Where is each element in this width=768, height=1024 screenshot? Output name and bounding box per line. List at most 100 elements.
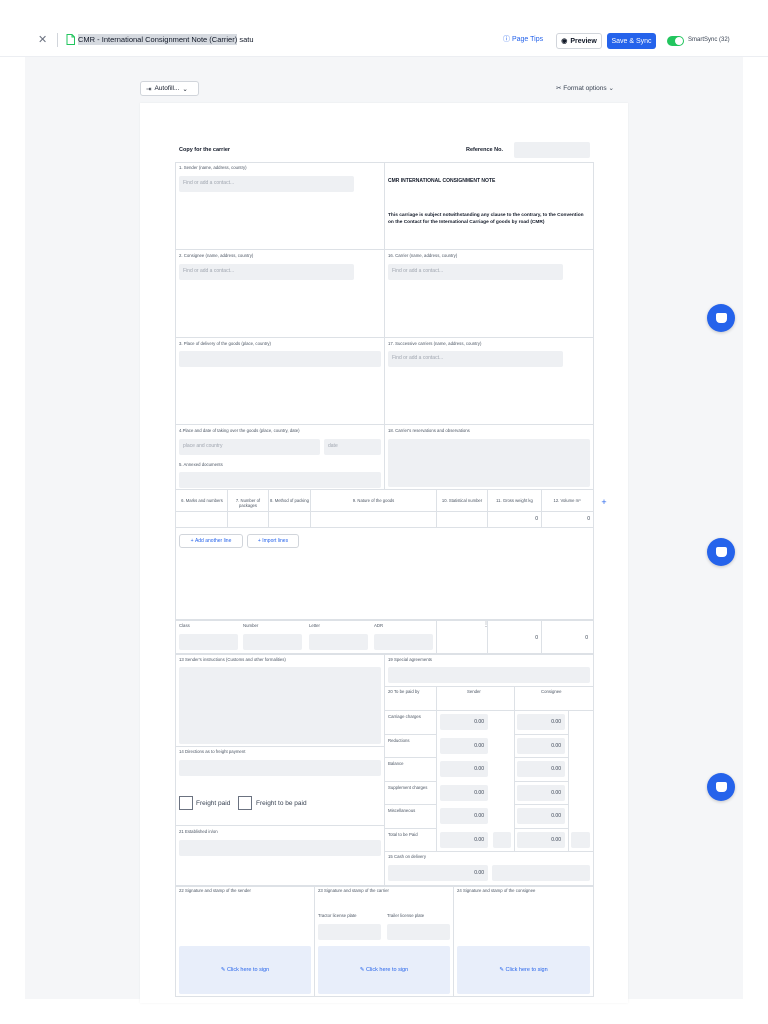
carrier-input[interactable]: Find or add a contact... (388, 264, 563, 280)
charge-label: Carriage charges (388, 714, 421, 719)
import-lines-label: Import lines (262, 538, 289, 544)
page-tips-label: Page Tips (511, 36, 544, 43)
col-divider (487, 489, 488, 527)
cash-on-delivery-label: 15 Cash on delivery (388, 854, 426, 859)
col-divider (314, 886, 315, 997)
charge-label: Supplement charges (388, 784, 428, 790)
charge-consignee-value: 0.00 (551, 789, 561, 796)
col-divider (568, 710, 569, 851)
copy-for-carrier: Copy for the carrier (179, 147, 231, 153)
autofill-label: Autofill... (154, 85, 180, 92)
row-divider (384, 827, 436, 829)
document-title-suffix: satu (237, 35, 254, 44)
sender-sign-button[interactable]: ✎ Click here to sign (179, 946, 311, 994)
row-divider (175, 424, 594, 425)
format-options-button[interactable]: ✂ Format options ⌄ (556, 84, 614, 93)
row-divider (384, 710, 594, 711)
row-divider (175, 337, 594, 338)
charge-sender-value: 0.00 (474, 742, 484, 749)
special-agreements-label: 19 Special agreements (388, 657, 432, 662)
consignee-input[interactable]: Find or add a contact... (179, 264, 354, 280)
adr-number-input[interactable] (243, 634, 302, 650)
preview-button[interactable]: ◉ Preview (556, 33, 602, 49)
chat-icon[interactable] (707, 773, 735, 801)
row-divider (514, 757, 568, 758)
add-column-icon[interactable]: + (598, 496, 610, 508)
adr-input[interactable] (374, 634, 433, 650)
consignee-sign-button[interactable]: ✎ Click here to sign (457, 946, 590, 994)
trailer-plate-label: Trailer license plate (387, 913, 425, 918)
document-title-highlight: CMR - International Consignment Note (Ca… (78, 34, 238, 45)
special-agreements-input[interactable] (388, 667, 590, 683)
delivery-label: 3. Place of delivery of the goods (place… (179, 341, 271, 346)
established-input[interactable] (179, 840, 381, 856)
delivery-input[interactable] (179, 351, 381, 367)
row-divider (514, 780, 568, 782)
adr-menu-icon[interactable]: ⋮ (483, 621, 489, 629)
charge-consignee-value: 0.00 (551, 813, 561, 819)
close-icon[interactable]: ✕ (38, 34, 47, 46)
charge-consignee-value: 0.00 (551, 742, 561, 749)
established-label: 21 Established in/on (179, 829, 218, 834)
carrier-sign-label: Click here to sign (365, 967, 409, 973)
reservations-input[interactable] (388, 439, 590, 487)
autofill-dropdown[interactable]: ⇥ Autofill... ⌄ (140, 81, 199, 96)
consignee-col-label: Consignee (541, 689, 562, 694)
row-divider (384, 686, 594, 687)
annexed-documents-input[interactable] (179, 472, 381, 488)
smartsync-label: SmartSync (32) (688, 37, 730, 43)
adr-letter-label: Letter (309, 623, 320, 628)
charge-label: Reductions (388, 737, 410, 743)
reference-label: Reference No. (466, 147, 503, 153)
cash-on-delivery-words-input[interactable] (492, 865, 590, 881)
smartsync-toggle[interactable] (667, 36, 684, 46)
add-line-label: Add another line (194, 538, 232, 544)
col-divider (436, 489, 437, 527)
page-tips-link[interactable]: ⓘ Page Tips (503, 35, 543, 45)
charge-label: Total to be Paid (388, 831, 418, 837)
place-input[interactable]: place and country (179, 439, 320, 455)
adr-letter-input[interactable] (309, 634, 368, 650)
instructions-input[interactable] (179, 667, 381, 744)
save-sync-button[interactable]: Save & Sync (607, 33, 656, 49)
add-line-button[interactable]: + Add another line (179, 534, 243, 548)
charge-sender-value: 0.00 (474, 813, 484, 819)
freight-paid-checkbox[interactable] (179, 796, 193, 810)
row-divider (514, 804, 568, 805)
freight-to-be-paid-checkbox[interactable] (238, 796, 252, 810)
row-divider (384, 780, 436, 782)
carrier-sign-button[interactable]: ✎ Click here to sign (318, 946, 450, 994)
row-divider (384, 804, 436, 805)
table-divider (175, 511, 594, 512)
reference-input[interactable] (514, 142, 590, 158)
carrier-signature-label: 23 Signature and stamp of the carrier (318, 888, 389, 893)
adr-number-label: Number (243, 623, 259, 628)
import-lines-button[interactable]: + Import lines (247, 534, 299, 548)
adr-class-input[interactable] (179, 634, 238, 650)
chevron-down-icon: ⌄ (182, 85, 188, 93)
row-divider (175, 825, 384, 826)
row-divider (384, 733, 436, 735)
sender-input[interactable]: Find or add a contact... (179, 176, 354, 192)
directions-input[interactable] (179, 760, 381, 776)
tractor-plate-input[interactable] (318, 924, 381, 940)
document-title[interactable]: CMR - International Consignment Note (Ca… (78, 34, 254, 45)
charge-sender-extra-input[interactable] (493, 831, 511, 848)
tractor-plate-label: Tractor license plate (318, 913, 357, 918)
chat-icon[interactable] (707, 304, 735, 332)
col-header-statistical: 10. Statistical number (441, 498, 483, 503)
col-divider (227, 489, 228, 527)
adr-volume-total: 0 (585, 635, 588, 641)
cash-on-delivery-value: 0.00 (474, 870, 484, 876)
date-input[interactable]: date (324, 439, 381, 455)
chat-icon[interactable] (707, 538, 735, 566)
table-divider (175, 527, 594, 528)
charge-consignee-extra-input[interactable] (571, 831, 590, 848)
trailer-plate-input[interactable] (387, 924, 450, 940)
successive-carriers-input[interactable]: Find or add a contact... (388, 351, 563, 367)
col-divider (541, 489, 542, 527)
to-be-paid-label: 20 To be paid by (388, 689, 420, 694)
charge-label: Balance (388, 761, 404, 766)
column-divider (384, 162, 385, 489)
freight-paid-label: Freight paid (196, 800, 231, 807)
